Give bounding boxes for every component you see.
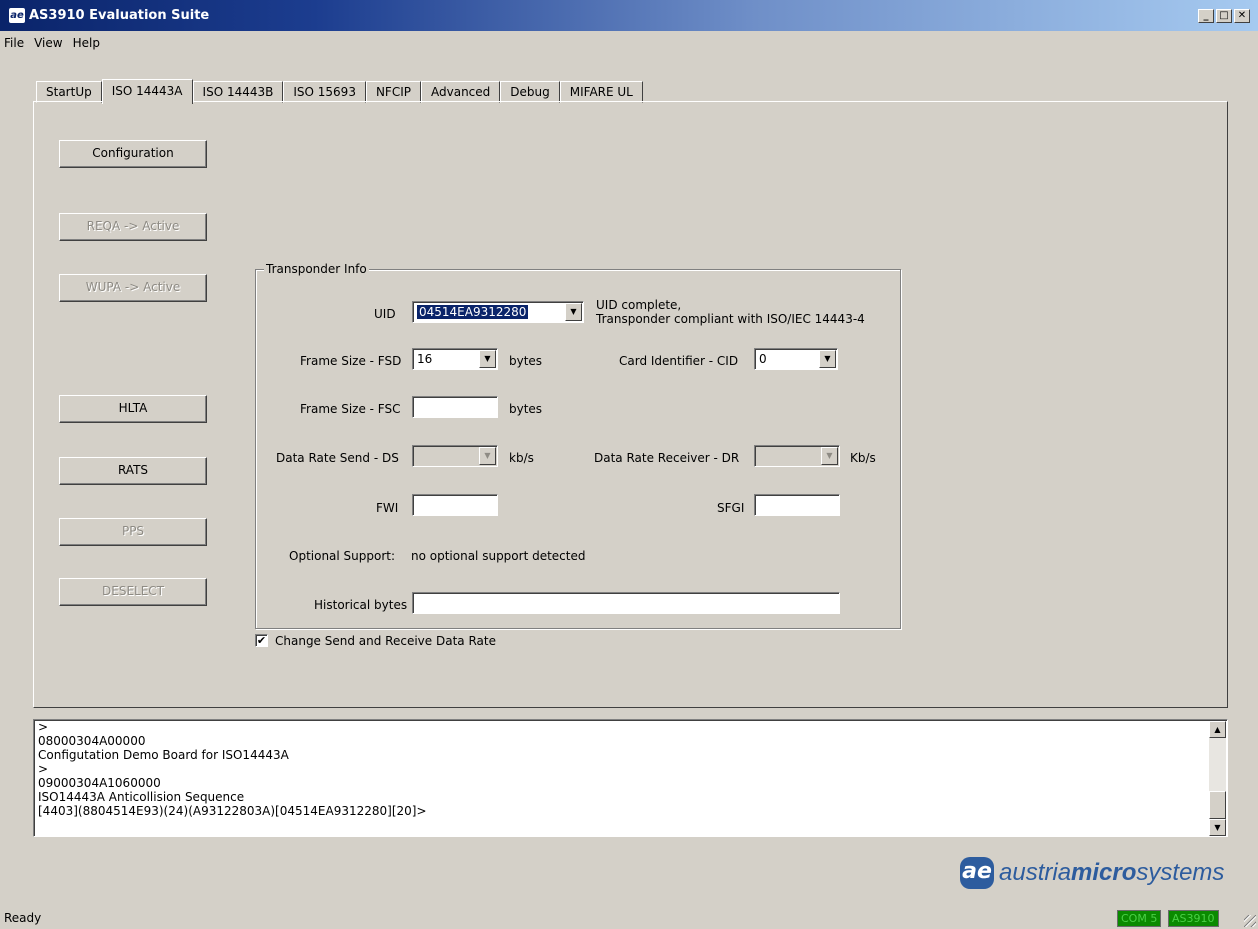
fwi-label: FWI xyxy=(376,501,399,515)
sfgi-label: SFGI xyxy=(717,501,745,515)
console-lines: > 08000304A00000 Configutation Demo Boar… xyxy=(38,720,427,818)
status-text: Ready xyxy=(4,911,42,925)
fsc-field[interactable] xyxy=(412,396,498,418)
dr-select[interactable]: ▼ xyxy=(754,445,840,467)
tab-iso14443a[interactable]: ISO 14443A xyxy=(101,79,193,104)
console-line: [4403](8804514E93)(24)(A93122803A)[04514… xyxy=(38,804,427,818)
uid-select[interactable]: 04514EA9312280 ▼ xyxy=(412,301,584,323)
window-controls: _ □ ✕ xyxy=(1198,9,1250,23)
cid-dropdown-icon[interactable]: ▼ xyxy=(819,350,836,368)
fsd-value: 16 xyxy=(417,352,433,366)
tab-nfcip[interactable]: NFCIP xyxy=(365,81,421,103)
scroll-up-icon[interactable]: ▲ xyxy=(1209,721,1226,738)
console-line: > xyxy=(38,762,49,776)
menu-file[interactable]: File xyxy=(0,34,30,54)
app-icon: ae xyxy=(9,8,25,23)
tab-strip: StartUp ISO 14443A ISO 14443B ISO 15693 … xyxy=(36,79,643,104)
optional-support-value: no optional support detected xyxy=(411,549,586,563)
tab-mifare-ul[interactable]: MIFARE UL xyxy=(559,81,643,103)
title-bar: ae AS3910 Evaluation Suite _ □ ✕ xyxy=(0,0,1258,31)
logo-mark-icon: ae xyxy=(960,857,994,889)
menu-view[interactable]: View xyxy=(30,34,68,54)
close-button[interactable]: ✕ xyxy=(1234,9,1250,23)
change-data-rate-checkbox[interactable]: ✔ xyxy=(255,634,268,647)
console-line: 08000304A00000 xyxy=(38,734,146,748)
tab-advanced[interactable]: Advanced xyxy=(421,81,501,103)
configuration-button[interactable]: Configuration xyxy=(59,140,207,168)
fwi-field[interactable] xyxy=(412,494,498,516)
deselect-button[interactable]: DESELECT xyxy=(59,578,207,606)
console-scrollbar[interactable]: ▲ ▼ xyxy=(1209,721,1226,836)
console-log[interactable]: > 08000304A00000 Configutation Demo Boar… xyxy=(33,719,1228,837)
uid-value: 04514EA9312280 xyxy=(417,305,529,319)
status-bar: Ready COM 5 AS3910 xyxy=(0,906,1258,929)
ds-label: Data Rate Send - DS xyxy=(276,451,399,465)
optional-support-label: Optional Support: xyxy=(289,549,396,563)
device-indicator: AS3910 xyxy=(1168,910,1219,927)
minimize-button[interactable]: _ xyxy=(1198,9,1214,23)
reqa-active-button[interactable]: REQA -> Active xyxy=(59,213,207,241)
console-line: Configutation Demo Board for ISO14443A xyxy=(38,748,289,762)
uid-dropdown-icon[interactable]: ▼ xyxy=(565,303,582,321)
change-data-rate-label: Change Send and Receive Data Rate xyxy=(275,634,496,648)
wupa-active-button[interactable]: WUPA -> Active xyxy=(59,274,207,302)
uid-status-line-2: Transponder compliant with ISO/IEC 14443… xyxy=(596,312,865,326)
fsd-select[interactable]: 16 ▼ xyxy=(412,348,498,370)
historical-bytes-field[interactable] xyxy=(412,592,840,614)
hlta-button[interactable]: HLTA xyxy=(59,395,207,423)
ds-unit: kb/s xyxy=(509,451,534,465)
console-line: 09000304A1060000 xyxy=(38,776,161,790)
ds-select[interactable]: ▼ xyxy=(412,445,498,467)
cid-select[interactable]: 0 ▼ xyxy=(754,348,838,370)
com-port-indicator: COM 5 xyxy=(1117,910,1162,927)
uid-status-line-1: UID complete, xyxy=(596,298,682,312)
dr-dropdown-icon[interactable]: ▼ xyxy=(821,447,838,465)
sfgi-field[interactable] xyxy=(754,494,840,516)
resize-grip-icon[interactable] xyxy=(1244,915,1256,927)
fsc-unit: bytes xyxy=(509,402,543,416)
historical-bytes-label: Historical bytes xyxy=(314,598,408,612)
pps-button[interactable]: PPS xyxy=(59,518,207,546)
fsd-label: Frame Size - FSD xyxy=(300,354,402,368)
menu-bar: File View Help xyxy=(0,34,106,54)
menu-help[interactable]: Help xyxy=(69,34,106,54)
fsd-unit: bytes xyxy=(509,354,543,368)
cid-value: 0 xyxy=(759,352,767,366)
logo-text: austriamicrosystems xyxy=(999,859,1225,886)
dr-unit: Kb/s xyxy=(850,451,876,465)
transponder-info-legend: Transponder Info xyxy=(264,262,369,276)
fsc-label: Frame Size - FSC xyxy=(300,402,401,416)
fsd-dropdown-icon[interactable]: ▼ xyxy=(479,350,496,368)
tab-debug[interactable]: Debug xyxy=(500,81,560,103)
tab-startup[interactable]: StartUp xyxy=(36,81,102,103)
uid-label: UID xyxy=(374,307,396,321)
maximize-button[interactable]: □ xyxy=(1216,9,1232,23)
tab-iso14443b[interactable]: ISO 14443B xyxy=(192,81,284,103)
scroll-down-icon[interactable]: ▼ xyxy=(1209,819,1226,836)
console-line: > xyxy=(38,720,49,734)
cid-label: Card Identifier - CID xyxy=(619,354,739,368)
rats-button[interactable]: RATS xyxy=(59,457,207,485)
ds-dropdown-icon[interactable]: ▼ xyxy=(479,447,496,465)
console-line: ISO14443A Anticollision Sequence xyxy=(38,790,245,804)
tab-iso15693[interactable]: ISO 15693 xyxy=(283,81,366,103)
window-title: AS3910 Evaluation Suite xyxy=(29,8,210,23)
dr-label: Data Rate Receiver - DR xyxy=(594,451,740,465)
scroll-thumb[interactable] xyxy=(1209,791,1226,819)
austriamicrosystems-logo: ae austriamicrosystems xyxy=(960,856,1224,890)
